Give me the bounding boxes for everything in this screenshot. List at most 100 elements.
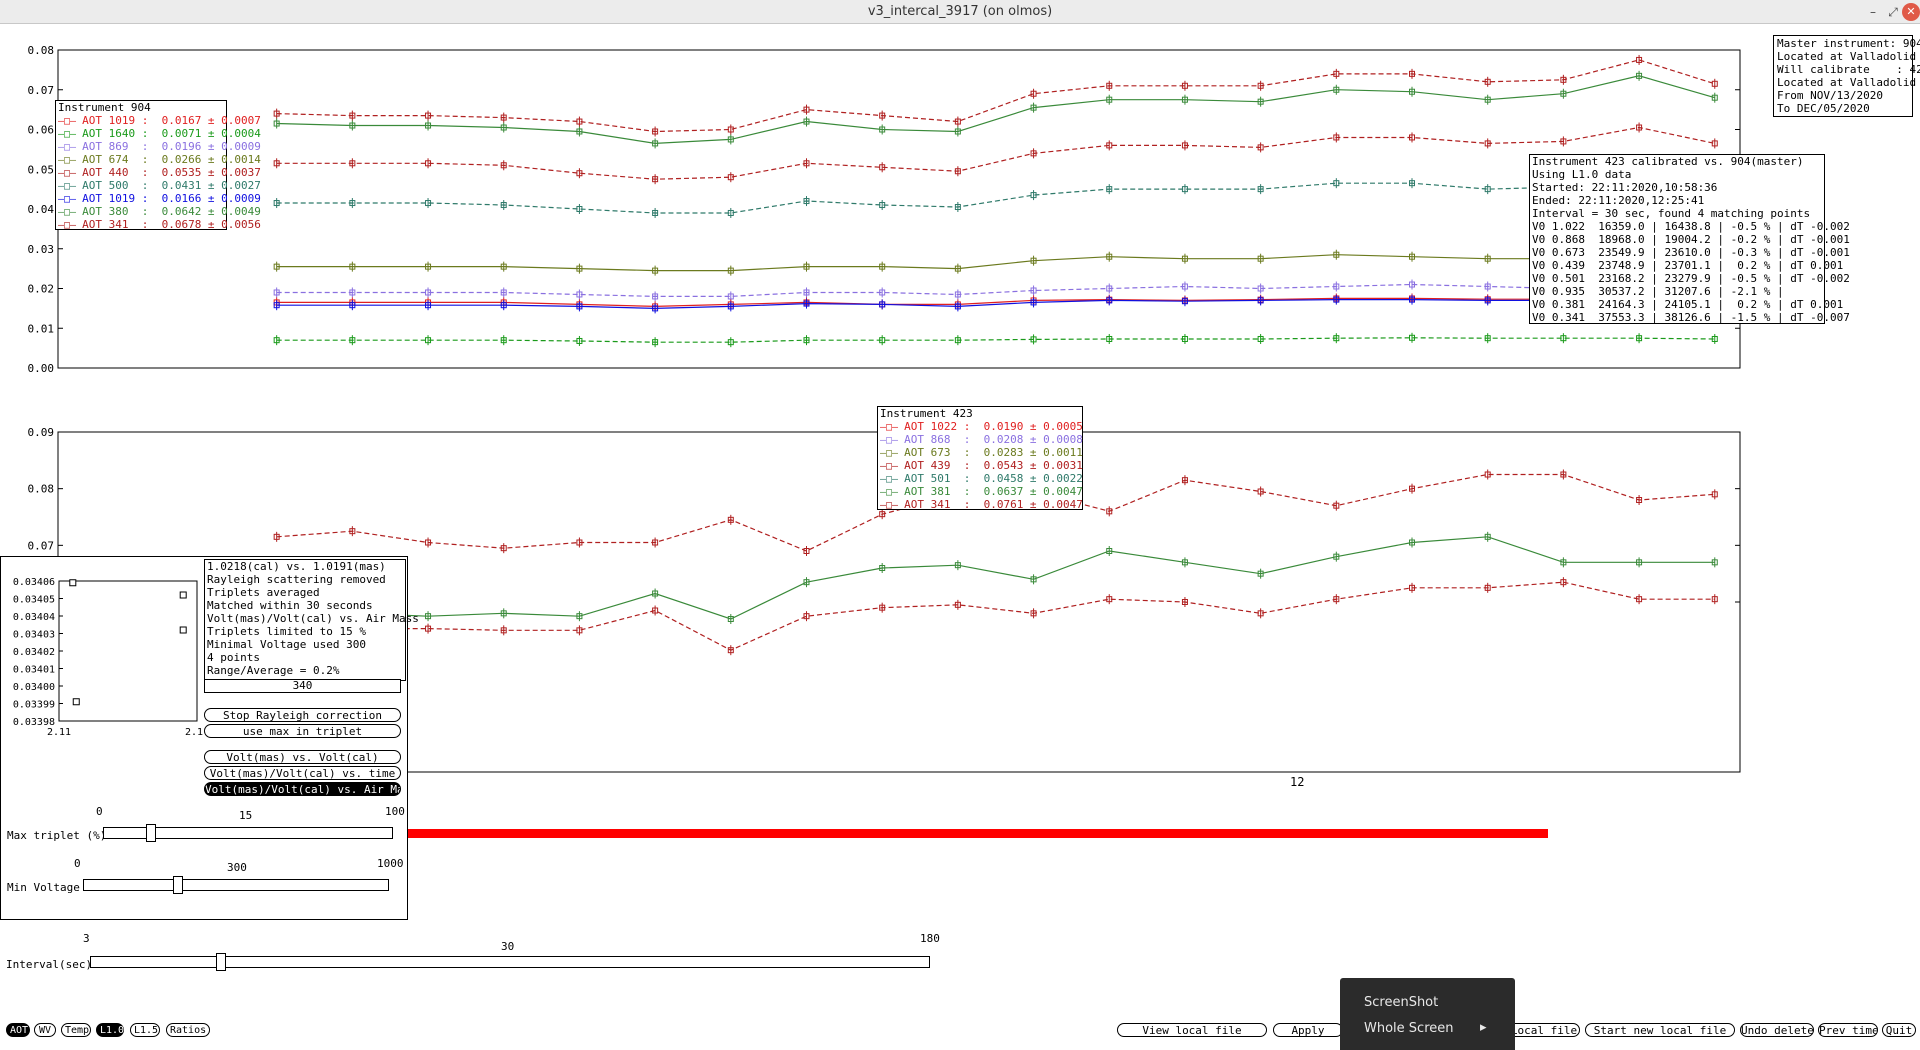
calibration-info-line: Started: 22:11:2020,10:58:36	[1532, 181, 1718, 194]
close-button[interactable]: ✕	[1902, 3, 1920, 21]
series-line	[276, 126, 1715, 180]
minimize-button[interactable]: –	[1864, 3, 1882, 21]
regression-point	[72, 698, 80, 706]
regression-info-line: Matched within 30 seconds	[207, 599, 373, 612]
master-info-line: Located at Valladolid	[1777, 50, 1917, 63]
apply-button[interactable]: Apply	[1273, 1023, 1343, 1037]
y-tick-label: 0.03	[28, 243, 55, 256]
legend-label: AOT 868 :	[904, 433, 971, 446]
series-line	[276, 581, 1715, 651]
legend-value: 0.0642 ± 0.0049	[161, 205, 261, 218]
interval-label: Interval(sec)	[6, 958, 93, 971]
use-max-triplet-button[interactable]: use max in triplet	[204, 724, 401, 738]
triangle-up-marker-icon: —□—	[58, 155, 83, 166]
master-info-line: Will calibrate : 423	[1777, 63, 1920, 76]
calibration-info-line: Ended: 22:11:2020,12:25:41	[1532, 194, 1705, 207]
square-marker-icon: —□—	[880, 422, 905, 433]
legend-entry: —□— AOT 380 : 0.0642 ± 0.0049	[58, 205, 261, 218]
y-tick-label: 0.03406	[13, 577, 55, 588]
legend-label: AOT 381 :	[904, 485, 971, 498]
legend-value: 0.0190 ± 0.0005	[983, 420, 1083, 433]
local-file-button[interactable]: Local file	[1508, 1023, 1580, 1037]
mode-chip-temp[interactable]: Temp	[61, 1023, 91, 1037]
mode-chip-l1-0[interactable]: L1.0	[96, 1023, 124, 1037]
max-triplet-slider[interactable]	[103, 824, 393, 842]
legend-entry: —□— AOT 1019 : 0.0166 ± 0.0009	[58, 192, 261, 205]
calibration-info-line: Using L1.0 data	[1532, 168, 1632, 181]
mode-chip-aot[interactable]: AOT	[6, 1023, 30, 1037]
legend-entry: —□— AOT 868 : 0.0208 ± 0.0008	[880, 433, 1083, 446]
y-tick-label: 0.08	[28, 44, 55, 57]
series-line	[276, 174, 1715, 214]
legend-value: 0.0208 ± 0.0008	[983, 433, 1083, 446]
legend-entry: —□— AOT 869 : 0.0196 ± 0.0009	[58, 140, 261, 153]
legend-title: Instrument 904	[58, 101, 151, 114]
wavelength-field[interactable]: 340	[204, 679, 401, 693]
prev-time-button[interactable]: Prev time	[1818, 1023, 1878, 1037]
interval-slider[interactable]	[90, 953, 930, 971]
y-tick-label: 0.03405	[13, 595, 55, 606]
ratio-vs-time-button[interactable]: Volt(mas)/Volt(cal) vs. time	[204, 766, 401, 780]
calibration-info-line: Instrument 423 calibrated vs. 904(master…	[1532, 155, 1804, 168]
y-tick-label: 0.07	[28, 84, 55, 97]
regression-info-line: 1.0218(cal) vs. 1.0191(mas)	[207, 560, 386, 573]
start-new-local-file-button[interactable]: Start new local file	[1585, 1023, 1735, 1037]
legend-value: 0.0071 ± 0.0004	[161, 127, 261, 140]
quit-button[interactable]: Quit	[1882, 1023, 1916, 1037]
master-info-box: Master instrument: 904 Located at Vallado…	[1773, 35, 1920, 117]
screenshot-menu-item[interactable]: ScreenShot	[1364, 995, 1438, 1010]
max-triplet-label: Max triplet (%)	[7, 829, 107, 842]
volt-vs-volt-button[interactable]: Volt(mas) vs. Volt(cal)	[204, 750, 401, 764]
whole-screen-menu-item[interactable]: Whole Screen	[1364, 1021, 1453, 1036]
mode-chip-wv[interactable]: WV	[34, 1023, 56, 1037]
y-tick-label: 0.01	[28, 322, 55, 335]
master-info-line: From NOV/13/2020	[1777, 89, 1883, 102]
legend-value: 0.0678 ± 0.0056	[161, 218, 261, 231]
ratio-vs-airmass-button[interactable]: Volt(mas)/Volt(cal) vs. Air Mass	[204, 782, 401, 796]
square-marker-icon: —□—	[58, 168, 83, 179]
legend-instrument-904: Instrument 904 —□— AOT 1019 : 0.0167 ± 0…	[55, 100, 261, 231]
regression-info-line: 4 points	[207, 651, 260, 664]
slider-thumb[interactable]	[215, 953, 226, 971]
slider-thumb[interactable]	[172, 876, 183, 894]
legend-label: AOT 380 :	[82, 205, 149, 218]
y-tick-label: 0.03401	[13, 665, 55, 676]
legend-value: 0.0458 ± 0.0022	[983, 472, 1083, 485]
maximize-button[interactable]: ⤢	[1884, 3, 1902, 21]
legend-label: AOT 1019 :	[82, 192, 149, 205]
regression-info-line: Triplets limited to 15 %	[207, 625, 366, 638]
slider-value-label: 300	[227, 861, 247, 874]
calibration-info-line: V0 0.868 18968.0 | 19004.2 | -0.2 % | dT…	[1532, 233, 1850, 246]
legend-entry: —□— AOT 1022 : 0.0190 ± 0.0005	[880, 420, 1083, 433]
legend-label: AOT 1640 :	[82, 127, 149, 140]
legend-entry: —□— AOT 341 : 0.0678 ± 0.0056	[58, 218, 261, 231]
legend-label: AOT 673 :	[904, 446, 971, 459]
legend-entry: —□— AOT 440 : 0.0535 ± 0.0037	[58, 166, 261, 179]
legend-label: AOT 869 :	[82, 140, 149, 153]
chart-instrument-904: 0.08 0.07 0.06 0.05 0.04 0.03 0.02 0.01 0.00	[28, 44, 1741, 375]
legend-value: 0.0196 ± 0.0009	[161, 140, 261, 153]
slider-thumb[interactable]	[146, 824, 156, 842]
legend-value: 0.0761 ± 0.0047	[983, 498, 1083, 511]
square-marker-icon: —□—	[58, 116, 83, 127]
min-voltage-slider[interactable]	[83, 876, 389, 894]
legend-label: AOT 341 :	[904, 498, 971, 511]
stop-rayleigh-button[interactable]: Stop Rayleigh correction	[204, 708, 401, 722]
window-title: v3_intercal_3917 (on olmos)	[867, 4, 1053, 19]
context-menu: ScreenShot Whole Screen ▸	[1340, 978, 1515, 1050]
slider-value-label: 30	[501, 940, 515, 953]
slider-min-label: 3	[83, 932, 90, 945]
undo-delete-button[interactable]: Undo delete	[1740, 1023, 1814, 1037]
y-tick-label: 0.03399	[13, 700, 55, 711]
legend-label: AOT 501 :	[904, 472, 971, 485]
regression-info-line: Range/Average = 0.2%	[207, 664, 340, 677]
legend-entry: —□— AOT 500 : 0.0431 ± 0.0027	[58, 179, 261, 192]
mode-chip-ratios[interactable]: Ratios	[166, 1023, 210, 1037]
regression-info-line: Triplets averaged	[207, 586, 320, 599]
view-local-file-button[interactable]: View local file	[1117, 1023, 1267, 1037]
y-tick-label: 0.08	[28, 483, 55, 496]
mode-chip-l1-5[interactable]: L1.5	[130, 1023, 160, 1037]
y-tick-label: 0.04	[28, 203, 55, 216]
x-axis-marker: 12	[1290, 775, 1305, 789]
calibration-info-line: V0 0.341 37553.3 | 38126.6 | -1.5 % | dT…	[1532, 311, 1850, 324]
